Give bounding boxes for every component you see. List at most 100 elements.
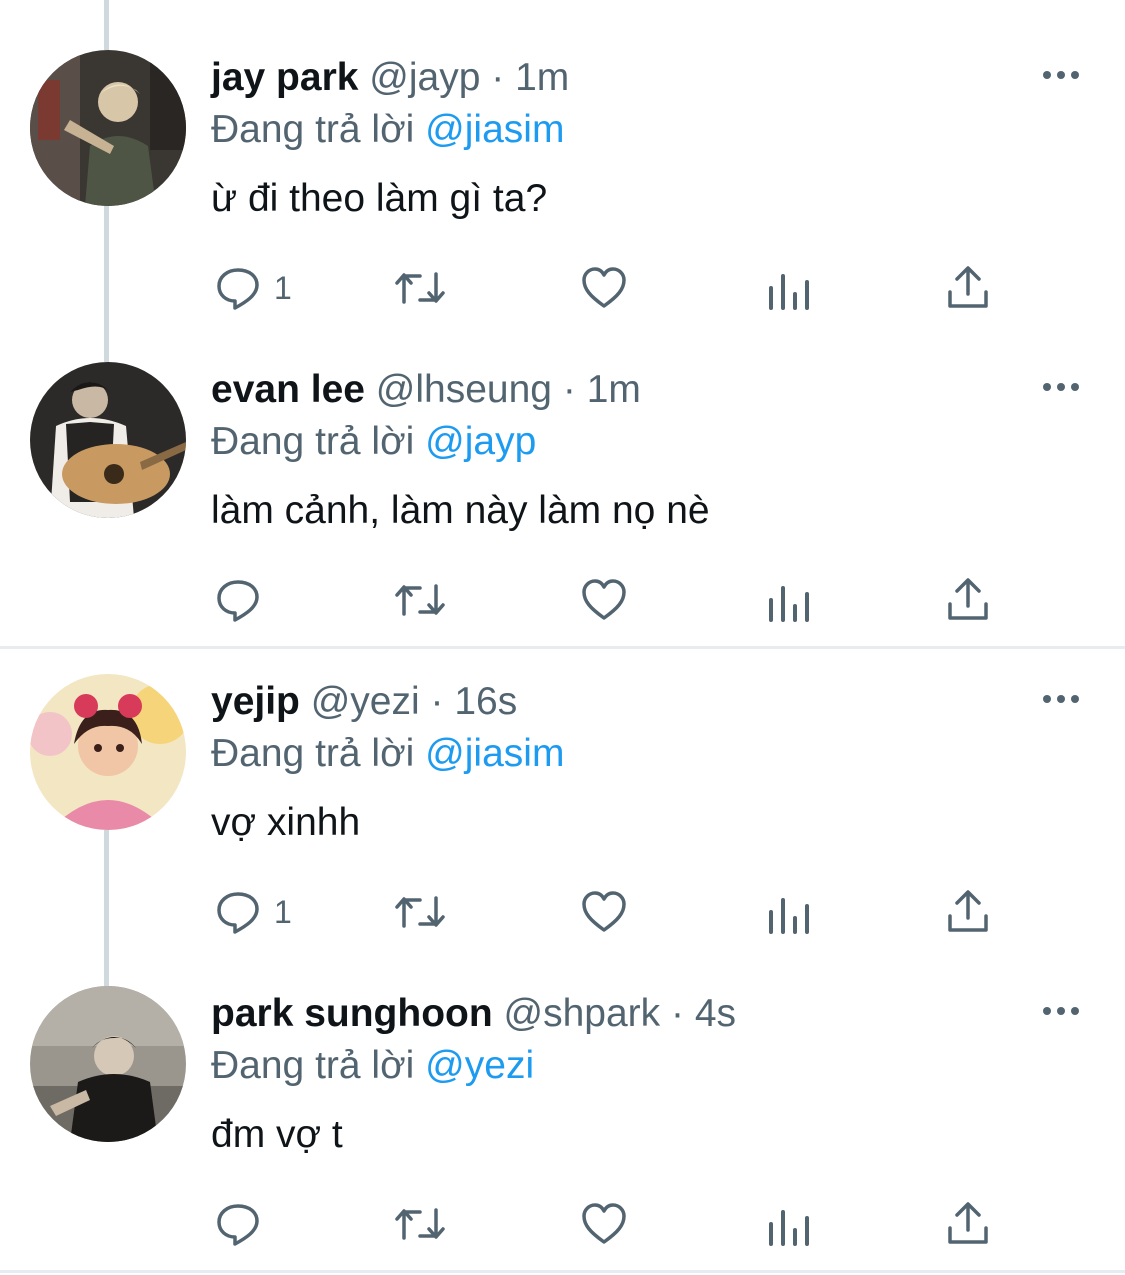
retweet-icon [395, 584, 445, 616]
like-icon [582, 579, 626, 620]
reply-button[interactable] [214, 570, 274, 630]
bottom-divider [0, 1270, 1125, 1273]
tweet[interactable]: evan lee @lhseung · 1m Đang trả lời @jay… [0, 312, 1125, 624]
separator-dot: · [430, 680, 444, 723]
retweet-icon [395, 896, 445, 928]
timestamp[interactable]: 16s [454, 680, 517, 723]
more-options-button[interactable] [1040, 60, 1082, 90]
user-handle[interactable]: @lhseung [376, 368, 552, 411]
mention-link[interactable]: @jiasim [425, 108, 564, 151]
share-button[interactable] [944, 570, 992, 630]
views-button[interactable] [765, 1194, 813, 1254]
display-name[interactable]: jay park [211, 56, 358, 99]
user-handle[interactable]: @jayp [369, 56, 480, 99]
retweet-button[interactable] [394, 570, 446, 630]
tweet[interactable]: yejip @yezi · 16s Đang trả lời @jiasim v… [0, 624, 1125, 936]
timestamp[interactable]: 4s [695, 992, 736, 1035]
separator-dot: · [562, 368, 576, 411]
share-icon [948, 266, 988, 308]
tweet-header: park sunghoon @shpark · 4s [211, 991, 736, 1037]
share-button[interactable] [944, 1194, 992, 1254]
reply-icon [217, 580, 259, 622]
like-button[interactable] [580, 882, 628, 942]
timestamp[interactable]: 1m [515, 56, 569, 99]
like-button[interactable] [580, 570, 628, 630]
share-icon [948, 578, 988, 620]
avatar[interactable] [30, 674, 186, 830]
reply-count: 1 [274, 893, 292, 930]
replying-to-label: Đang trả lời [211, 108, 415, 151]
replying-to: Đang trả lời @jiasim [211, 107, 564, 153]
mention-link[interactable]: @jiasim [425, 732, 564, 775]
replying-to: Đang trả lời @jayp [211, 419, 536, 465]
like-icon [582, 1203, 626, 1244]
avatar[interactable] [30, 362, 186, 518]
like-button[interactable] [580, 258, 628, 318]
user-handle[interactable]: @shpark [504, 992, 661, 1035]
tweet-header: evan lee @lhseung · 1m [211, 367, 641, 413]
action-bar [0, 1194, 1125, 1254]
views-icon [769, 898, 809, 934]
mention-link[interactable]: @yezi [425, 1044, 534, 1087]
share-button[interactable] [944, 258, 992, 318]
views-icon [769, 586, 809, 622]
display-name[interactable]: yejip [211, 680, 300, 723]
more-options-button[interactable] [1040, 684, 1082, 714]
display-name[interactable]: park sunghoon [211, 992, 493, 1035]
mention-link[interactable]: @jayp [425, 420, 536, 463]
more-options-button[interactable] [1040, 996, 1082, 1026]
views-button[interactable] [765, 882, 813, 942]
more-icon [1043, 695, 1079, 703]
tweet-text: ừ đi theo làm gì ta? [211, 177, 548, 220]
avatar-image [30, 986, 186, 1142]
tweet-text: vợ xinhh [211, 801, 361, 844]
reply-count: 1 [274, 269, 292, 306]
retweet-button[interactable] [394, 1194, 446, 1254]
action-bar: 1 [0, 258, 1125, 318]
views-icon [769, 274, 809, 310]
tweet[interactable]: park sunghoon @shpark · 4s Đang trả lời … [0, 936, 1125, 1248]
more-options-button[interactable] [1040, 372, 1082, 402]
like-button[interactable] [580, 1194, 628, 1254]
avatar[interactable] [30, 50, 186, 206]
retweet-icon [395, 1208, 445, 1240]
reply-icon [217, 892, 259, 934]
tweet-header: jay park @jayp · 1m [211, 55, 569, 101]
avatar[interactable] [30, 986, 186, 1142]
replying-to: Đang trả lời @jiasim [211, 731, 564, 777]
replying-to: Đang trả lời @yezi [211, 1043, 534, 1089]
tweet-header: yejip @yezi · 16s [211, 679, 517, 725]
like-icon [582, 891, 626, 932]
like-icon [582, 267, 626, 308]
more-icon [1043, 383, 1079, 391]
reply-button[interactable] [214, 1194, 274, 1254]
replying-to-label: Đang trả lời [211, 732, 415, 775]
avatar-image [30, 50, 186, 206]
share-icon [948, 890, 988, 932]
views-button[interactable] [765, 570, 813, 630]
timestamp[interactable]: 1m [587, 368, 641, 411]
more-icon [1043, 1007, 1079, 1015]
reply-icon [217, 268, 259, 310]
reply-button[interactable]: 1 [214, 882, 292, 942]
retweet-icon [395, 272, 445, 304]
share-button[interactable] [944, 882, 992, 942]
tweet[interactable]: jay park @jayp · 1m Đang trả lời @jiasim… [0, 0, 1125, 312]
separator-dot: · [671, 992, 685, 1035]
retweet-button[interactable] [394, 258, 446, 318]
action-bar [0, 570, 1125, 630]
more-icon [1043, 71, 1079, 79]
views-button[interactable] [765, 258, 813, 318]
reply-button[interactable]: 1 [214, 258, 292, 318]
avatar-image [30, 674, 186, 830]
replying-to-label: Đang trả lời [211, 420, 415, 463]
user-handle[interactable]: @yezi [311, 680, 420, 723]
tweet-text: đm vợ t [211, 1113, 343, 1156]
reply-icon [217, 1204, 259, 1246]
display-name[interactable]: evan lee [211, 368, 365, 411]
share-icon [948, 1202, 988, 1244]
replying-to-label: Đang trả lời [211, 1044, 415, 1087]
retweet-button[interactable] [394, 882, 446, 942]
tweet-text: làm cảnh, làm này làm nọ nè [211, 489, 710, 532]
action-bar: 1 [0, 882, 1125, 942]
